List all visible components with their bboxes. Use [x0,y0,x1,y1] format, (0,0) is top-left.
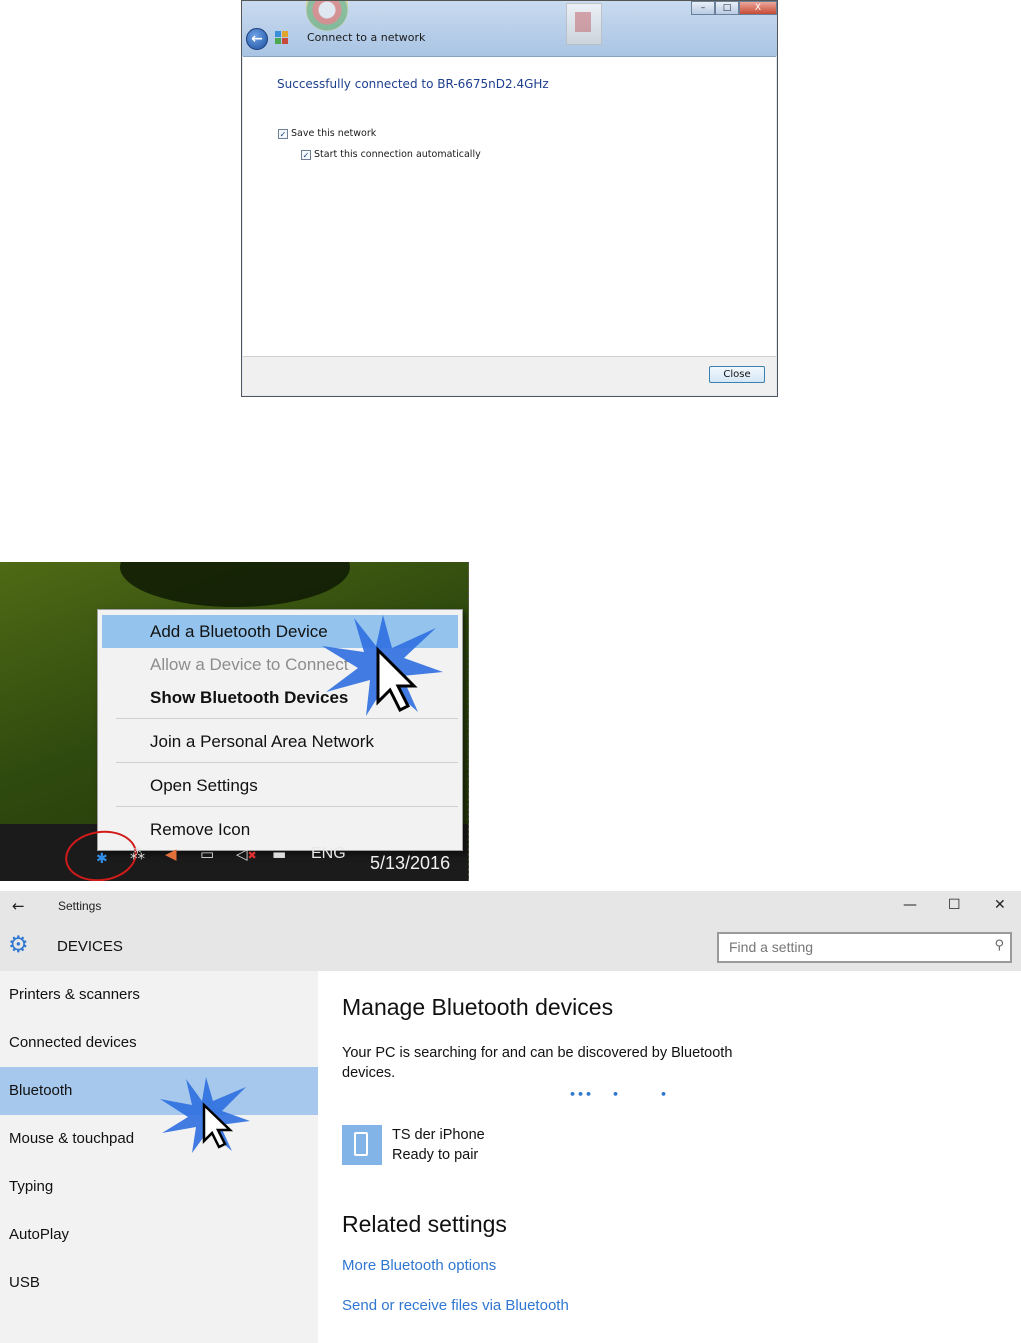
wallpaper-shape [120,562,350,607]
related-settings-heading: Related settings [342,1211,507,1237]
auto-connect-label: Start this connection automatically [314,149,481,160]
cursor-starburst-icon [158,1075,253,1155]
section-title: DEVICES [57,938,123,955]
sidebar-item-printers[interactable]: Printers & scanners [0,971,318,1019]
volume-icon[interactable]: ◀ [165,845,177,863]
background-document-icon [566,3,602,45]
search-description: Your PC is searching for and can be disc… [342,1045,733,1081]
search-box[interactable]: Find a setting ⚲ [717,932,1012,963]
connection-message: Successfully connected to BR-6675nD2.4GH… [277,77,549,91]
taskbar-date[interactable]: 5/13/2016 [370,853,450,874]
sidebar-item-autoplay[interactable]: AutoPlay [0,1211,318,1259]
window-controls: – □ X [691,1,777,15]
search-icon[interactable]: ⚲ [994,938,1004,953]
display-icon[interactable]: ▭ [200,845,214,863]
save-network-row: ✓ Save this network [278,128,376,139]
dialog-title: Connect to a network [307,31,426,44]
background-app-icon [306,1,348,31]
muted-speaker-icon[interactable]: ◁✖ [236,845,257,863]
settings-titlebar: ← Settings — ☐ ✕ ⚙ DEVICES Find a settin… [0,891,1021,971]
save-network-checkbox[interactable]: ✓ [278,128,288,139]
dialog-footer: Close [243,356,776,395]
menu-item-open-settings[interactable]: Open Settings [102,769,458,802]
close-window-button[interactable]: X [739,1,777,15]
save-network-label: Save this network [291,128,377,139]
sidebar-item-connected-devices[interactable]: Connected devices [0,1019,318,1067]
language-indicator[interactable]: ENG [311,845,346,863]
back-button[interactable]: ← [246,28,268,50]
sidebar-item-typing[interactable]: Typing [0,1163,318,1211]
device-name[interactable]: TS der iPhone [392,1127,485,1143]
close-button[interactable]: Close [709,366,765,383]
search-placeholder: Find a setting [729,939,814,955]
more-bluetooth-options-link[interactable]: More Bluetooth options [342,1257,496,1274]
auto-connect-row: ✓ Start this connection automatically [301,149,481,160]
minimize-button[interactable]: — [903,897,917,913]
dialog-titlebar: – □ X ← Connect to a network [242,1,777,56]
dialog-content: Successfully connected to BR-6675nD2.4GH… [243,56,776,360]
close-button[interactable]: ✕ [994,897,1006,913]
device-status: Ready to pair [392,1147,479,1163]
send-receive-files-link[interactable]: Send or receive files via Bluetooth [342,1297,569,1314]
auto-connect-checkbox[interactable]: ✓ [301,149,311,160]
menu-separator [116,806,458,807]
progress-dot: • [660,1088,669,1101]
maximize-button[interactable]: □ [715,1,739,15]
bluetooth-tray-screenshot: Add a Bluetooth Device Allow a Device to… [0,562,469,881]
settings-sidebar: Printers & scanners Connected devices Bl… [0,971,318,1343]
menu-item-remove-icon[interactable]: Remove Icon [102,813,458,846]
progress-dot: • [612,1088,621,1101]
action-center-icon[interactable]: ▬ [272,845,286,863]
back-button[interactable]: ← [12,897,25,915]
menu-item-join-pan[interactable]: Join a Personal Area Network [102,725,458,758]
page-title: Manage Bluetooth devices [342,994,614,1020]
menu-separator [116,762,458,763]
app-title: Settings [58,899,102,913]
maximize-button[interactable]: ☐ [948,897,961,913]
network-icon [275,31,289,44]
gear-icon: ⚙ [8,932,29,958]
sidebar-item-usb[interactable]: USB [0,1259,318,1307]
settings-main: Manage Bluetooth devices Your PC is sear… [342,971,1021,1343]
network-icon[interactable]: ⁂ [130,845,145,863]
progress-dots: ••• [569,1088,594,1101]
minimize-button[interactable]: – [691,1,715,15]
phone-icon[interactable] [342,1125,382,1165]
settings-window: ← Settings — ☐ ✕ ⚙ DEVICES Find a settin… [0,891,1021,1343]
connect-network-dialog: – □ X ← Connect to a network Successfull… [241,0,778,397]
cursor-starburst-icon [318,610,448,720]
